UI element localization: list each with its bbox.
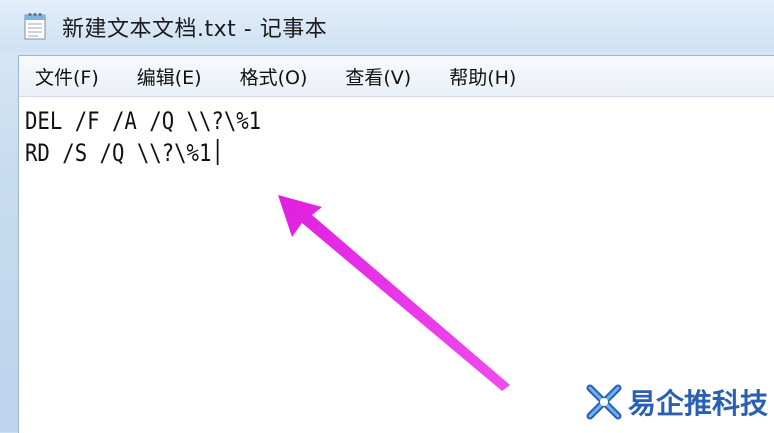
menu-help[interactable]: 帮助(H)	[437, 63, 528, 90]
window-title: 新建文本文档.txt - 记事本	[62, 17, 328, 42]
editor-line: DEL /F /A /Q \\?\%1	[25, 107, 261, 135]
arrow-annotation-icon	[278, 195, 510, 391]
menu-view[interactable]: 查看(V)	[333, 63, 423, 90]
menu-format[interactable]: 格式(O)	[228, 63, 320, 90]
notepad-app-icon[interactable]	[24, 12, 46, 40]
text-caret	[216, 139, 219, 165]
watermark-text: 易企推科技	[627, 386, 769, 421]
menu-bar: 文件(F) 编辑(E) 格式(O) 查看(V) 帮助(H)	[19, 56, 774, 97]
menu-file[interactable]: 文件(F)	[23, 63, 111, 90]
editor-line-text: DEL /F /A /Q \\?\%1	[25, 107, 262, 135]
menu-edit[interactable]: 编辑(E)	[125, 63, 214, 90]
watermark: 易企推科技	[584, 382, 769, 422]
notepad-window: 新建文本文档.txt - 记事本 文件(F) 编辑(E) 格式(O) 查看(V)…	[0, 0, 774, 433]
editor-line: RD /S /Q \\?\%1	[25, 139, 219, 167]
title-bar[interactable]: 新建文本文档.txt - 记事本	[0, 0, 774, 52]
x-logo-icon	[586, 384, 622, 420]
editor-line-text: RD /S /Q \\?\%1	[25, 139, 212, 167]
